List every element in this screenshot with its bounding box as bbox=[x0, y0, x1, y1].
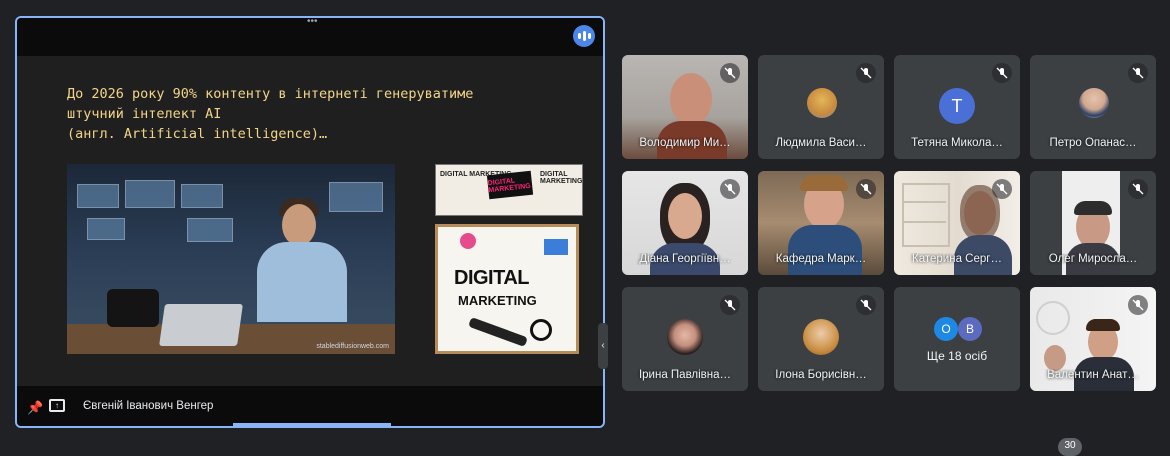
participant-name: Петро Опанас… bbox=[1049, 137, 1137, 149]
muted-mic-icon bbox=[1128, 295, 1148, 315]
presentation-indicator bbox=[233, 423, 391, 426]
participant-name: Катерина Серг… bbox=[912, 253, 1002, 265]
slide: До 2026 року 90% контенту в інтернеті ге… bbox=[17, 56, 603, 388]
participant-name: Діана Георгіївн… bbox=[639, 253, 731, 265]
participant-tile[interactable]: Ілона Борисівн… bbox=[758, 287, 884, 391]
presentation-bottombar: 📌 ↑ Євгеній Іванович Венгер bbox=[17, 386, 603, 426]
participant-tile[interactable]: Діана Георгіївн… bbox=[622, 171, 748, 275]
image-title-line1: DIGITAL bbox=[454, 267, 530, 289]
participant-name: Людмила Васи… bbox=[775, 137, 867, 149]
participant-tile[interactable]: Кафедра Марк… bbox=[758, 171, 884, 275]
image-watermark: stablediffusionweb.com bbox=[316, 343, 389, 350]
avatar bbox=[667, 319, 703, 355]
muted-mic-icon bbox=[856, 179, 876, 199]
muted-mic-icon bbox=[992, 179, 1012, 199]
participant-tile[interactable]: Людмила Васи… bbox=[758, 55, 884, 159]
envelope-icon bbox=[544, 239, 568, 255]
muted-mic-icon bbox=[720, 179, 740, 199]
participant-name: Володимир Ми… bbox=[639, 137, 731, 149]
muted-mic-icon bbox=[1128, 179, 1148, 199]
pin-icon[interactable]: 📌 bbox=[27, 400, 43, 416]
slide-image-marketing-collage: DIGITAL MARKETING DIGITAL MARKETING DIGI… bbox=[435, 164, 583, 216]
marker-icon bbox=[468, 317, 528, 347]
avatar: O bbox=[934, 317, 958, 341]
participant-tile[interactable]: Володимир Ми… bbox=[622, 55, 748, 159]
participant-tile[interactable]: Олег Миросла… bbox=[1030, 171, 1156, 275]
muted-mic-icon bbox=[856, 63, 876, 83]
slide-photo-ai-worker: stablediffusionweb.com bbox=[67, 164, 395, 354]
laptop-object bbox=[159, 304, 243, 346]
participant-name: Тетяна Микола… bbox=[911, 137, 1003, 149]
camera-object bbox=[107, 289, 159, 327]
presentation-topbar: ••• bbox=[17, 18, 603, 56]
more-participants-label: Ще 18 осіб bbox=[926, 349, 988, 363]
avatar bbox=[803, 319, 839, 355]
presenter-name: Євгеній Іванович Венгер bbox=[83, 400, 214, 412]
slide-text: До 2026 року 90% контенту в інтернеті ге… bbox=[67, 84, 473, 144]
drag-handle-icon[interactable]: ••• bbox=[307, 18, 318, 27]
slide-line-2: штучний інтелект AI bbox=[67, 106, 222, 122]
avatar: B bbox=[958, 317, 982, 341]
participant-tile[interactable]: Ірина Павлівна… bbox=[622, 287, 748, 391]
audio-level-icon[interactable] bbox=[573, 25, 595, 47]
avatar: T bbox=[939, 88, 975, 124]
present-screen-icon[interactable]: ↑ bbox=[49, 399, 65, 412]
more-participants-tile[interactable]: O B Ще 18 осіб bbox=[894, 287, 1020, 391]
slide-line-3: (англ. Artificial intelligence)… bbox=[67, 126, 328, 142]
participant-name: Валентин Анат… bbox=[1047, 369, 1139, 381]
slide-line-1: До 2026 року 90% контенту в інтернеті ге… bbox=[67, 86, 474, 102]
collage-text-2: DIGITAL MARKETING bbox=[486, 170, 534, 200]
participant-name: Ірина Павлівна… bbox=[638, 369, 732, 381]
participant-name: Олег Миросла… bbox=[1048, 253, 1138, 265]
participant-tile[interactable]: Петро Опанас… bbox=[1030, 55, 1156, 159]
collapse-panel-button[interactable]: ‹ bbox=[598, 323, 608, 369]
muted-mic-icon bbox=[1128, 63, 1148, 83]
slide-image-digital-marketing: DIGITAL MARKETING bbox=[435, 224, 579, 354]
participant-tile[interactable]: Валентин Анат… bbox=[1030, 287, 1156, 391]
muted-mic-icon bbox=[720, 295, 740, 315]
avatar bbox=[807, 88, 837, 118]
more-avatars: O B bbox=[930, 317, 990, 347]
presentation-view[interactable]: ••• До 2026 року 90% контенту в інтернет… bbox=[15, 16, 605, 428]
muted-mic-icon bbox=[720, 63, 740, 83]
participant-tile[interactable]: T Тетяна Микола… bbox=[894, 55, 1020, 159]
muted-mic-icon bbox=[992, 63, 1012, 83]
participant-name: Ілона Борисівн… bbox=[775, 369, 867, 381]
participant-count-badge[interactable]: 30 bbox=[1058, 438, 1082, 456]
avatar bbox=[1079, 88, 1109, 118]
muted-mic-icon bbox=[856, 295, 876, 315]
image-title-line2: MARKETING bbox=[458, 293, 537, 308]
magnifier-icon bbox=[530, 319, 552, 341]
collage-text-3: DIGITAL MARKETING bbox=[540, 171, 583, 185]
participant-name: Кафедра Марк… bbox=[775, 253, 867, 265]
participant-tile[interactable]: Катерина Серг… bbox=[894, 171, 1020, 275]
